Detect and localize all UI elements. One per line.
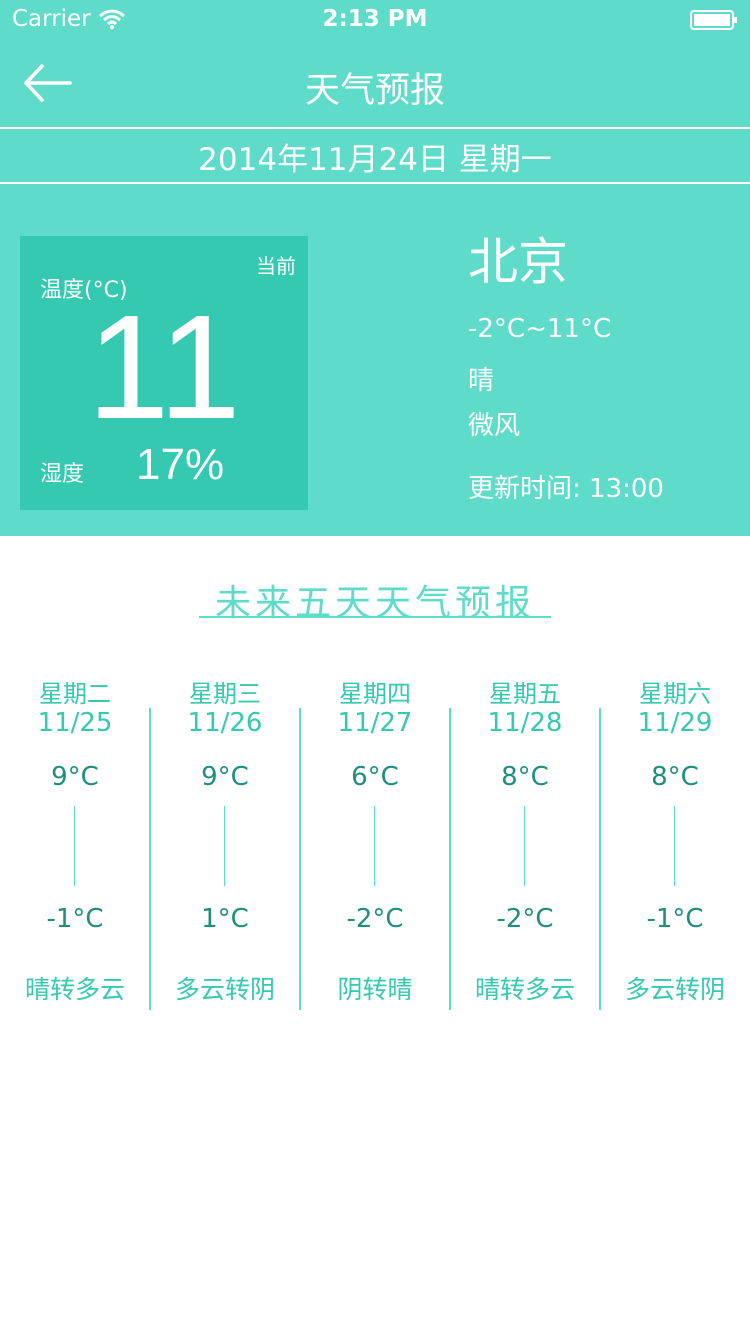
forecast-date: 11/25	[37, 708, 113, 738]
forecast-weekday: 星期三	[189, 680, 261, 708]
battery-icon	[690, 10, 737, 30]
forecast-range-line	[74, 806, 75, 886]
forecast-condition: 晴转多云	[24, 975, 125, 1004]
wind-level: 微风	[468, 411, 521, 441]
update-time: 更新时间: 13:00	[468, 474, 664, 504]
forecast-low: -1°C	[46, 904, 104, 934]
forecast-high: 8°C	[501, 762, 549, 792]
forecast-condition: 多云转阴	[174, 975, 275, 1004]
forecast-high: 9°C	[201, 762, 249, 792]
forecast-weekday: 星期六	[639, 680, 711, 708]
divider-bottom	[0, 182, 750, 184]
forecast-weekday: 星期五	[489, 680, 561, 708]
header-area: Carrier 2:13 PM 天气预报 2014年11月24日 星期一 当前 …	[0, 0, 750, 536]
forecast-day: 星期五 11/28 8°C -2°C 晴转多云	[450, 660, 600, 1010]
forecast-low: 1°C	[201, 904, 249, 934]
temperature-range: -2°C~11°C	[468, 314, 612, 344]
divider-top	[0, 127, 750, 129]
current-weather-card: 当前 温度(°C) 11 湿度 17%	[20, 236, 308, 510]
forecast-title-underline	[199, 616, 551, 618]
current-temperature: 11	[87, 285, 241, 450]
forecast-day: 星期六 11/29 8°C -1°C 多云转阴	[600, 660, 750, 1010]
forecast-range-line	[224, 806, 225, 886]
forecast-range-line	[524, 806, 525, 886]
forecast-date: 11/29	[637, 708, 713, 738]
forecast-low: -1°C	[646, 904, 704, 934]
weather-condition: 晴	[468, 366, 495, 396]
forecast-high: 8°C	[651, 762, 699, 792]
forecast-day: 星期三 11/26 9°C 1°C 多云转阴	[150, 660, 300, 1010]
humidity-label: 湿度	[40, 462, 85, 487]
forecast-low: -2°C	[496, 904, 554, 934]
forecast-date: 11/27	[337, 708, 413, 738]
forecast-date: 11/28	[487, 708, 563, 738]
status-bar: Carrier 2:13 PM	[0, 0, 750, 40]
forecast-range-line	[374, 806, 375, 886]
page-title: 天气预报	[304, 71, 445, 111]
forecast-condition: 晴转多云	[474, 975, 575, 1004]
city-name: 北京	[468, 233, 568, 291]
clock: 2:13 PM	[322, 6, 428, 32]
now-label: 当前	[256, 254, 296, 278]
forecast-range-line	[674, 806, 675, 886]
date-line: 2014年11月24日 星期一	[198, 142, 552, 178]
forecast-high: 6°C	[351, 762, 399, 792]
forecast-weekday: 星期四	[339, 680, 411, 708]
humidity-value: 17%	[136, 440, 225, 489]
forecast-low: -2°C	[346, 904, 404, 934]
forecast-condition: 阴转晴	[337, 975, 413, 1004]
forecast-condition: 多云转阴	[624, 975, 725, 1004]
forecast-high: 9°C	[51, 762, 99, 792]
forecast-weekday: 星期二	[39, 680, 111, 708]
forecast-day: 星期四 11/27 6°C -2°C 阴转晴	[300, 660, 450, 1010]
forecast-day: 星期二 11/25 9°C -1°C 晴转多云	[0, 660, 150, 1010]
forecast-date: 11/26	[187, 708, 263, 738]
forecast-title: 未来五天天气预报	[214, 583, 535, 624]
